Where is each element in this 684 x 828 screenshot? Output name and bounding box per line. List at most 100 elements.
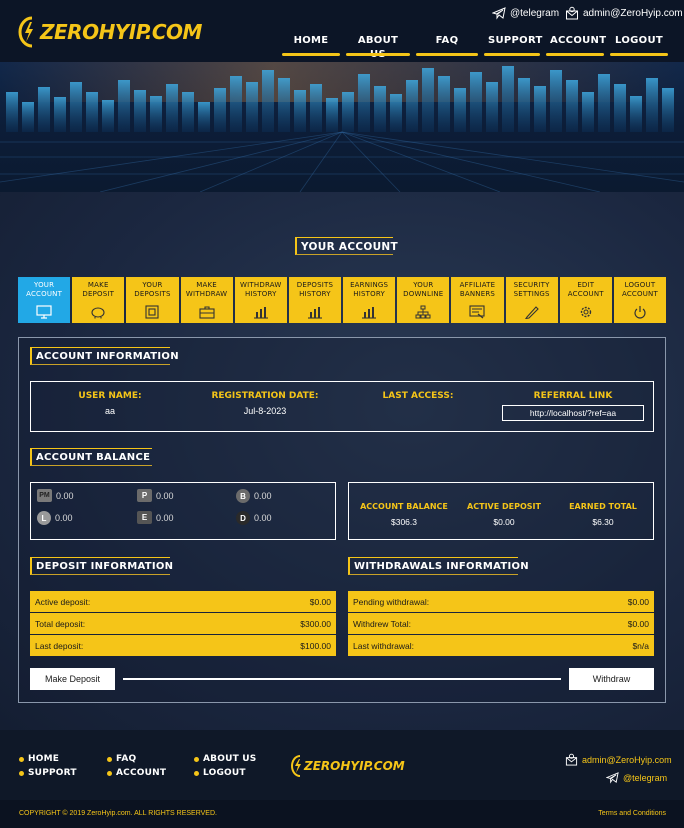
tab-affiliate-banners[interactable]: AFFILIATE BANNERS (451, 277, 504, 323)
tab-make-deposit[interactable]: MAKE DEPOSIT (72, 277, 125, 323)
tab-deposits-history[interactable]: DEPOSITS HISTORY (288, 277, 342, 323)
footer-email[interactable]: admin@ZeroHyip.com (565, 753, 672, 766)
nav-about-us[interactable]: ABOUT US (346, 34, 410, 60)
tab-security-settings[interactable]: SECURITY SETTINGS (505, 277, 558, 323)
tab-logout-account[interactable]: LOGOUT ACCOUNT (613, 277, 667, 323)
tab-label-line1: MAKE (87, 281, 109, 289)
footer-link-about-us[interactable]: ABOUT US (194, 754, 256, 764)
litecoin-icon: L (37, 511, 51, 525)
nav-support[interactable]: SUPPORT (484, 34, 542, 56)
payeer-icon: P (137, 489, 152, 502)
earned-total-value: $6.30 (592, 517, 614, 527)
nav-home[interactable]: HOME (282, 34, 340, 56)
ethereum-icon: E (137, 511, 152, 524)
header-email[interactable]: admin@ZeroHyip.com (565, 6, 683, 20)
tab-edit-account[interactable]: EDIT ACCOUNT (559, 277, 612, 323)
tab-label-line1: WITHDRAW (240, 281, 282, 289)
tab-your-downline[interactable]: YOUR DOWNLINE (397, 277, 450, 323)
coin-dogecoin: D 0.00 (236, 511, 272, 525)
row-label: Pending withdrawal: (353, 596, 430, 607)
footer-logo[interactable]: ZEROHYIP.COM (291, 754, 405, 778)
make-deposit-button[interactable]: Make Deposit (30, 668, 115, 690)
coin-bitcoin: B 0.00 (236, 489, 272, 503)
footer-link-label: ACCOUNT (116, 768, 167, 778)
copyright-text: COPYRIGHT © 2019 ZeroHyip.com. ALL RIGHT… (19, 810, 217, 817)
row-value: $100.00 (300, 640, 331, 651)
tab-label-line1: DEPOSITS (296, 281, 334, 289)
briefcase-icon (199, 306, 215, 319)
tab-label-line1: AFFILIATE (459, 281, 496, 289)
footer-link-home[interactable]: HOME (19, 754, 59, 764)
chart-icon (253, 307, 268, 319)
withdraw-button[interactable]: Withdraw (569, 668, 654, 690)
withdraw-info-title: WITHDRAWALS INFORMATION (354, 561, 529, 572)
tab-label-line2: HISTORY (299, 290, 331, 298)
tab-label-line1: YOUR (413, 281, 434, 289)
tab-label-line2: WITHDRAW (185, 290, 228, 298)
telegram-icon (492, 7, 506, 20)
footer-telegram[interactable]: @telegram (606, 771, 667, 784)
deposit-row-active: Active deposit: $0.00 (30, 591, 336, 612)
tab-make-withdraw[interactable]: MAKE WITHDRAW (180, 277, 233, 323)
footer-email-text: admin@ZeroHyip.com (582, 754, 672, 765)
network-icon (415, 305, 431, 319)
nav-logout[interactable]: LOGOUT (610, 34, 668, 56)
row-value: $0.00 (309, 596, 331, 607)
nav-faq[interactable]: FAQ (416, 34, 478, 56)
row-value: $0.00 (627, 596, 649, 607)
row-label: Active deposit: (35, 596, 91, 607)
power-icon (634, 306, 646, 319)
tab-label-line2: HISTORY (244, 290, 277, 298)
deposit-info-title: DEPOSIT INFORMATION (36, 561, 174, 572)
header-telegram[interactable]: @telegram (492, 6, 559, 20)
tab-label-line1: YOUR (33, 281, 55, 289)
piggy-bank-icon (91, 307, 105, 319)
footer-link-logout[interactable]: LOGOUT (194, 768, 246, 778)
earned-total-label: EARNED TOTAL (569, 502, 637, 511)
tab-label-line2: HISTORY (353, 290, 385, 298)
last-access-label: LAST ACCESS: (382, 391, 454, 401)
active-deposit-value: $0.00 (493, 517, 515, 527)
withdraw-row-total: Withdrew Total: $0.00 (348, 613, 654, 634)
referral-link-field[interactable]: http://localhost/?ref=aa (502, 405, 644, 421)
divider-line (123, 678, 561, 680)
footer-link-account[interactable]: ACCOUNT (107, 768, 166, 778)
terms-link[interactable]: Terms and Conditions (598, 810, 666, 817)
header-email-text: admin@ZeroHyip.com (583, 7, 683, 19)
tab-your-account[interactable]: YOUR ACCOUNT (18, 277, 71, 323)
coin-value: 0.00 (156, 512, 174, 523)
tab-earnings-history[interactable]: EARNINGS HISTORY (343, 277, 396, 323)
row-label: Last deposit: (35, 640, 84, 651)
nav-account[interactable]: ACCOUNT (546, 34, 606, 56)
footer-link-support[interactable]: SUPPORT (19, 768, 77, 778)
gear-icon (580, 306, 591, 318)
coin-value: 0.00 (55, 513, 73, 523)
main-nav: HOME ABOUT US FAQ SUPPORT ACCOUNT LOGOUT (282, 34, 668, 60)
footer-link-label: ABOUT US (203, 754, 257, 764)
account-tabs: YOUR ACCOUNT MAKE DEPOSIT YOUR DEPOSITS … (18, 277, 667, 323)
footer-link-faq[interactable]: FAQ (107, 754, 136, 764)
bullet-dot (107, 756, 112, 762)
row-value: $300.00 (300, 618, 331, 629)
coin-value: 0.00 (254, 513, 272, 523)
footer-link-label: FAQ (116, 754, 137, 764)
tab-withdraw-history[interactable]: WITHDRAW HISTORY (234, 277, 287, 323)
tab-label-line2: BANNERS (459, 290, 496, 298)
coin-ethereum: E 0.00 (137, 511, 174, 524)
registration-label: REGISTRATION DATE: (211, 391, 319, 401)
tab-your-deposits[interactable]: YOUR DEPOSITS (126, 277, 179, 323)
header: ZEROHYIP.COM @telegram admin@ZeroHyip.co… (0, 0, 684, 62)
withdraw-row-last: Last withdrawal: $n/a (348, 635, 654, 656)
row-label: Total deposit: (35, 618, 86, 629)
username-label: USER NAME: (78, 391, 142, 401)
tab-label-line1: SECURITY (513, 281, 550, 289)
logo[interactable]: ZEROHYIP.COM (18, 12, 202, 52)
referral-label: REFERRAL LINK (533, 391, 613, 401)
deposit-row-total: Total deposit: $300.00 (30, 613, 336, 634)
tab-label-line1: YOUR (142, 281, 163, 289)
chart-icon (362, 307, 377, 319)
balance-title: ACCOUNT BALANCE (36, 452, 151, 463)
tab-label-line1: LOGOUT (624, 281, 656, 289)
footer-link-label: SUPPORT (28, 768, 77, 778)
footer-link-label: LOGOUT (203, 768, 246, 778)
